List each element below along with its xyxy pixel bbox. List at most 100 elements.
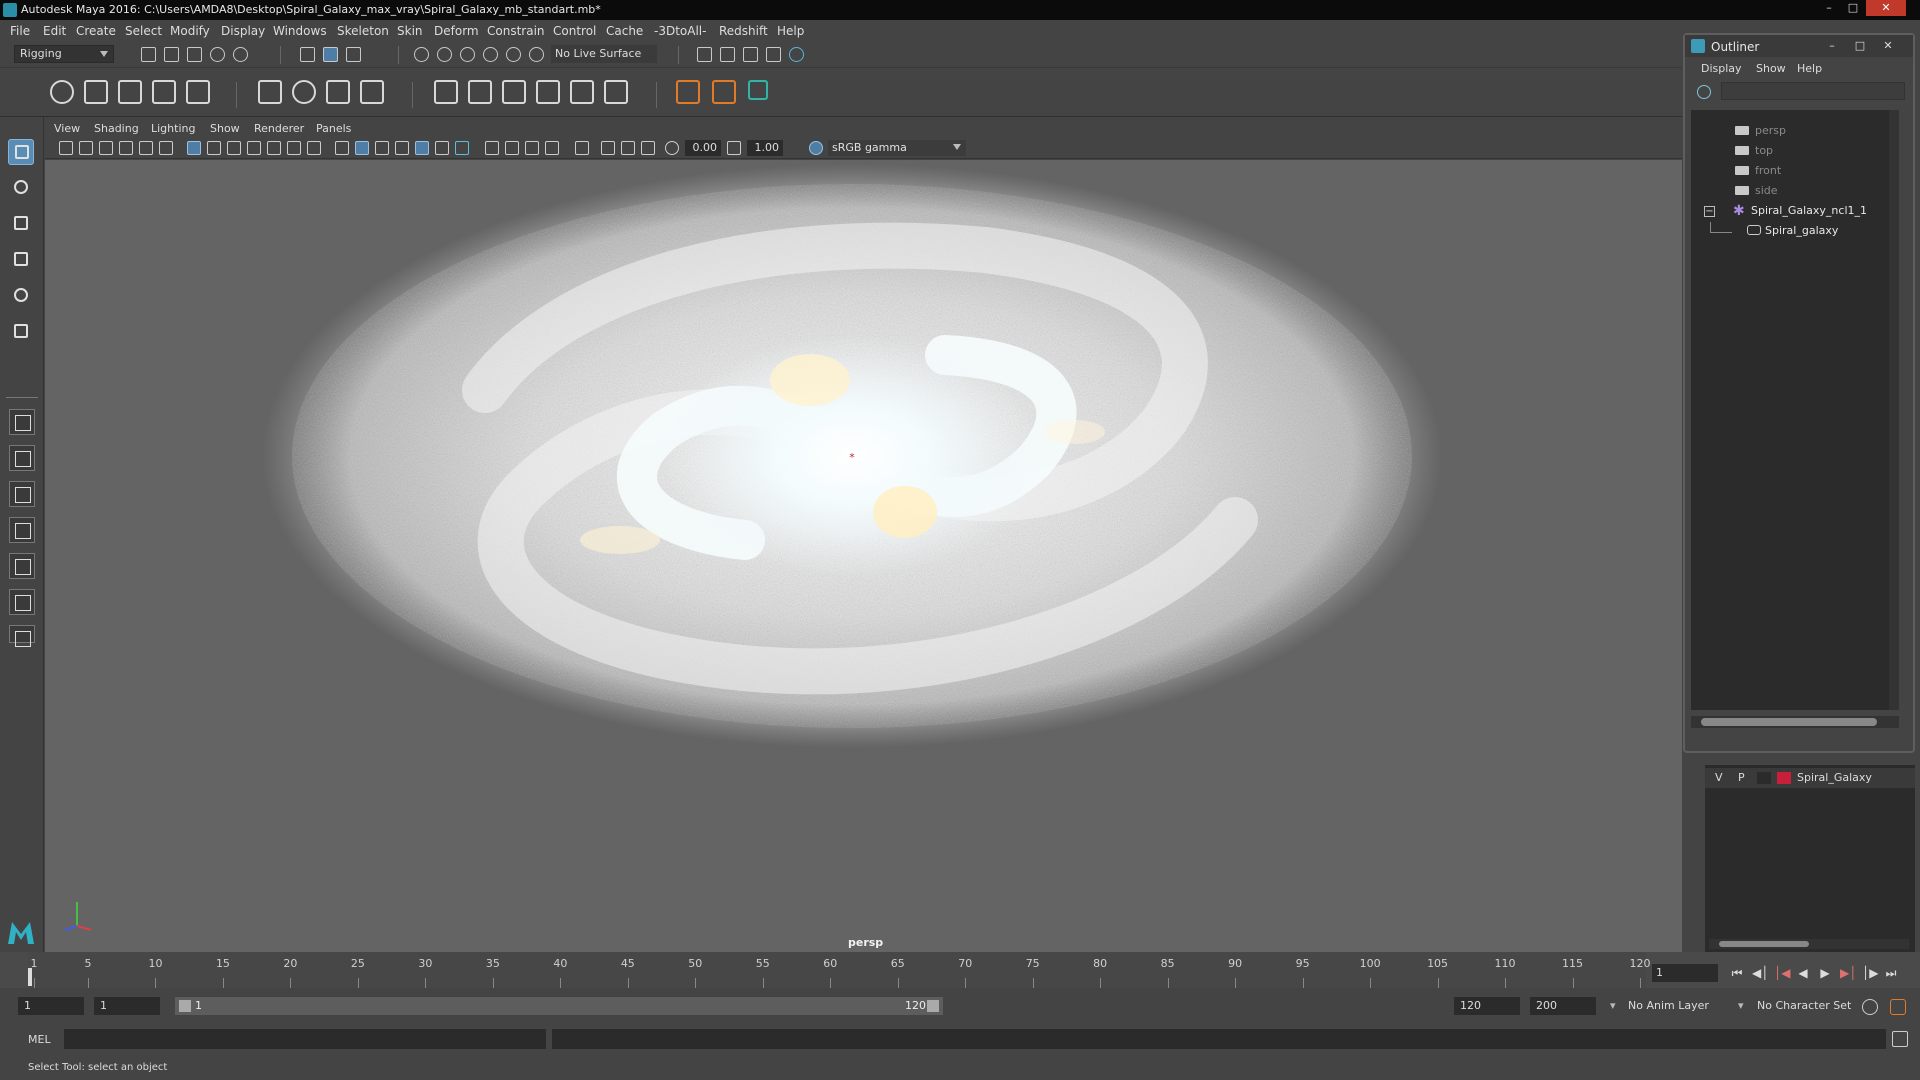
- use-default-material-icon[interactable]: [375, 141, 389, 155]
- close-icon[interactable]: ✕: [1877, 38, 1899, 54]
- outliner-menu-display[interactable]: Display: [1701, 62, 1742, 75]
- panel-menu-lighting[interactable]: Lighting: [151, 122, 195, 135]
- tree-item-front[interactable]: front: [1691, 162, 1891, 180]
- start-time-field[interactable]: 1: [18, 997, 84, 1015]
- collapse-icon[interactable]: −: [1704, 206, 1715, 217]
- step-forward-frame-icon[interactable]: │▶: [1862, 966, 1878, 980]
- create-joints-icon[interactable]: [50, 80, 74, 104]
- xray-joints-icon[interactable]: [641, 141, 655, 155]
- gamma-field[interactable]: 1.00: [747, 140, 783, 156]
- save-scene-icon[interactable]: [187, 47, 202, 62]
- safe-title-icon[interactable]: [307, 141, 321, 155]
- gate-mask-icon[interactable]: [247, 141, 261, 155]
- playback-range-slider[interactable]: 1 120: [175, 997, 943, 1015]
- select-by-object-icon[interactable]: [323, 47, 338, 62]
- panel-menu-panels[interactable]: Panels: [316, 122, 351, 135]
- script-editor-icon[interactable]: [1892, 1031, 1908, 1047]
- tree-item-nucleus[interactable]: − ✱ Spiral_Galaxy_ncl1_1: [1691, 202, 1891, 220]
- live-surface-field[interactable]: No Live Surface: [551, 45, 657, 63]
- smooth-shade-icon[interactable]: [355, 141, 369, 155]
- remove-influence-icon[interactable]: [604, 80, 628, 104]
- current-frame-field[interactable]: 1: [1652, 964, 1718, 982]
- undo-icon[interactable]: [210, 47, 225, 62]
- menu-display[interactable]: Display: [221, 24, 265, 38]
- go-to-end-icon[interactable]: ⏭: [1884, 966, 1898, 980]
- minimize-icon[interactable]: –: [1821, 38, 1843, 54]
- gamma-icon[interactable]: [727, 141, 741, 155]
- orient-joint-icon[interactable]: [186, 80, 210, 104]
- close-icon[interactable]: ✕: [1866, 0, 1906, 16]
- menu-help[interactable]: Help: [777, 24, 804, 38]
- layer-playback-toggle[interactable]: P: [1738, 771, 1745, 784]
- go-to-start-icon[interactable]: ⏮: [1730, 966, 1744, 980]
- color-management-icon[interactable]: [809, 141, 823, 155]
- open-scene-icon[interactable]: [164, 47, 179, 62]
- isolate-select-icon[interactable]: [575, 141, 589, 155]
- end-time-field[interactable]: 200: [1530, 997, 1596, 1015]
- snap-point-icon[interactable]: [460, 47, 475, 62]
- panel-menu-renderer[interactable]: Renderer: [254, 122, 304, 135]
- lattice-icon[interactable]: [258, 80, 282, 104]
- step-back-key-icon[interactable]: │◀: [1774, 966, 1790, 980]
- range-end-handle[interactable]: [927, 1000, 939, 1012]
- refresh-icon[interactable]: [1697, 85, 1711, 99]
- hik-icon[interactable]: [748, 80, 768, 100]
- menu-windows[interactable]: Windows: [273, 24, 327, 38]
- scale-tool[interactable]: [8, 319, 34, 345]
- select-by-component-icon[interactable]: [346, 47, 361, 62]
- view-transform-dropdown[interactable]: sRGB gamma: [828, 140, 966, 156]
- custom-layout-button[interactable]: [9, 589, 35, 615]
- perspective-viewport[interactable]: * persp: [45, 160, 1682, 952]
- script-language-toggle[interactable]: MEL: [28, 1033, 51, 1046]
- multisample-aa-icon[interactable]: [525, 141, 539, 155]
- persp-graph-layout-button[interactable]: [9, 517, 35, 543]
- persp-outliner-layout-button[interactable]: [9, 481, 35, 507]
- ik-spline-icon[interactable]: [118, 80, 142, 104]
- persp-hypershade-layout-button[interactable]: [9, 553, 35, 579]
- layer-color-swatch[interactable]: [1777, 772, 1791, 784]
- copy-skin-weights-icon[interactable]: [536, 80, 560, 104]
- menu-modify[interactable]: Modify: [170, 24, 210, 38]
- paint-skin-weights-icon[interactable]: [502, 80, 526, 104]
- screen-space-ao-icon[interactable]: [485, 141, 499, 155]
- redo-icon[interactable]: [233, 47, 248, 62]
- menu-3dtoall[interactable]: -3DtoAll-: [654, 24, 706, 38]
- tree-item-top[interactable]: top: [1691, 142, 1891, 160]
- menu-set-dropdown[interactable]: Rigging: [14, 45, 114, 63]
- single-perspective-layout-button[interactable]: [9, 409, 35, 435]
- display-layer-row[interactable]: V P Spiral_Galaxy: [1705, 768, 1915, 788]
- bind-skin-icon[interactable]: [434, 80, 458, 104]
- paint-select-tool[interactable]: [8, 211, 34, 237]
- xray-active-components-icon[interactable]: [621, 141, 635, 155]
- play-backwards-icon[interactable]: ◀: [1796, 966, 1810, 980]
- playback-start-field[interactable]: 1: [94, 997, 160, 1015]
- camera-attributes-icon[interactable]: [79, 141, 93, 155]
- outliner-menu-help[interactable]: Help: [1797, 62, 1822, 75]
- rotate-tool[interactable]: [8, 283, 34, 309]
- point-constraint-icon[interactable]: [676, 80, 700, 104]
- menu-skeleton[interactable]: Skeleton: [337, 24, 389, 38]
- mirror-joint-icon[interactable]: [152, 80, 176, 104]
- character-set-dropdown[interactable]: No Character Set: [1757, 997, 1851, 1015]
- select-tool[interactable]: [8, 139, 34, 165]
- outliner-search-input[interactable]: [1721, 82, 1905, 100]
- xray-icon[interactable]: [601, 141, 615, 155]
- panel-menu-view[interactable]: View: [54, 122, 80, 135]
- four-view-layout-button[interactable]: [9, 445, 35, 471]
- wrap-icon[interactable]: [326, 80, 350, 104]
- resolution-gate-icon[interactable]: [227, 141, 241, 155]
- step-forward-key-icon[interactable]: ▶│: [1840, 966, 1856, 980]
- menu-file[interactable]: File: [10, 24, 30, 38]
- maximize-icon[interactable]: □: [1842, 0, 1864, 16]
- interactive-bind-icon[interactable]: [468, 80, 492, 104]
- wireframe-on-shaded-icon[interactable]: [395, 141, 409, 155]
- grid-icon[interactable]: [187, 141, 201, 155]
- menu-deform[interactable]: Deform: [434, 24, 479, 38]
- playback-end-field[interactable]: 120: [1454, 997, 1520, 1015]
- maximize-icon[interactable]: □: [1849, 38, 1871, 54]
- animation-preferences-icon[interactable]: [1890, 999, 1906, 1015]
- shadows-icon[interactable]: [455, 141, 469, 155]
- time-ruler[interactable]: 1 5 10 15 20 25 30 35 40 45 50 55 60 65 70 75 80 85 90 95 10…: [28, 952, 1651, 988]
- ipr-render-icon[interactable]: [743, 47, 758, 62]
- tree-item-side[interactable]: side: [1691, 182, 1891, 200]
